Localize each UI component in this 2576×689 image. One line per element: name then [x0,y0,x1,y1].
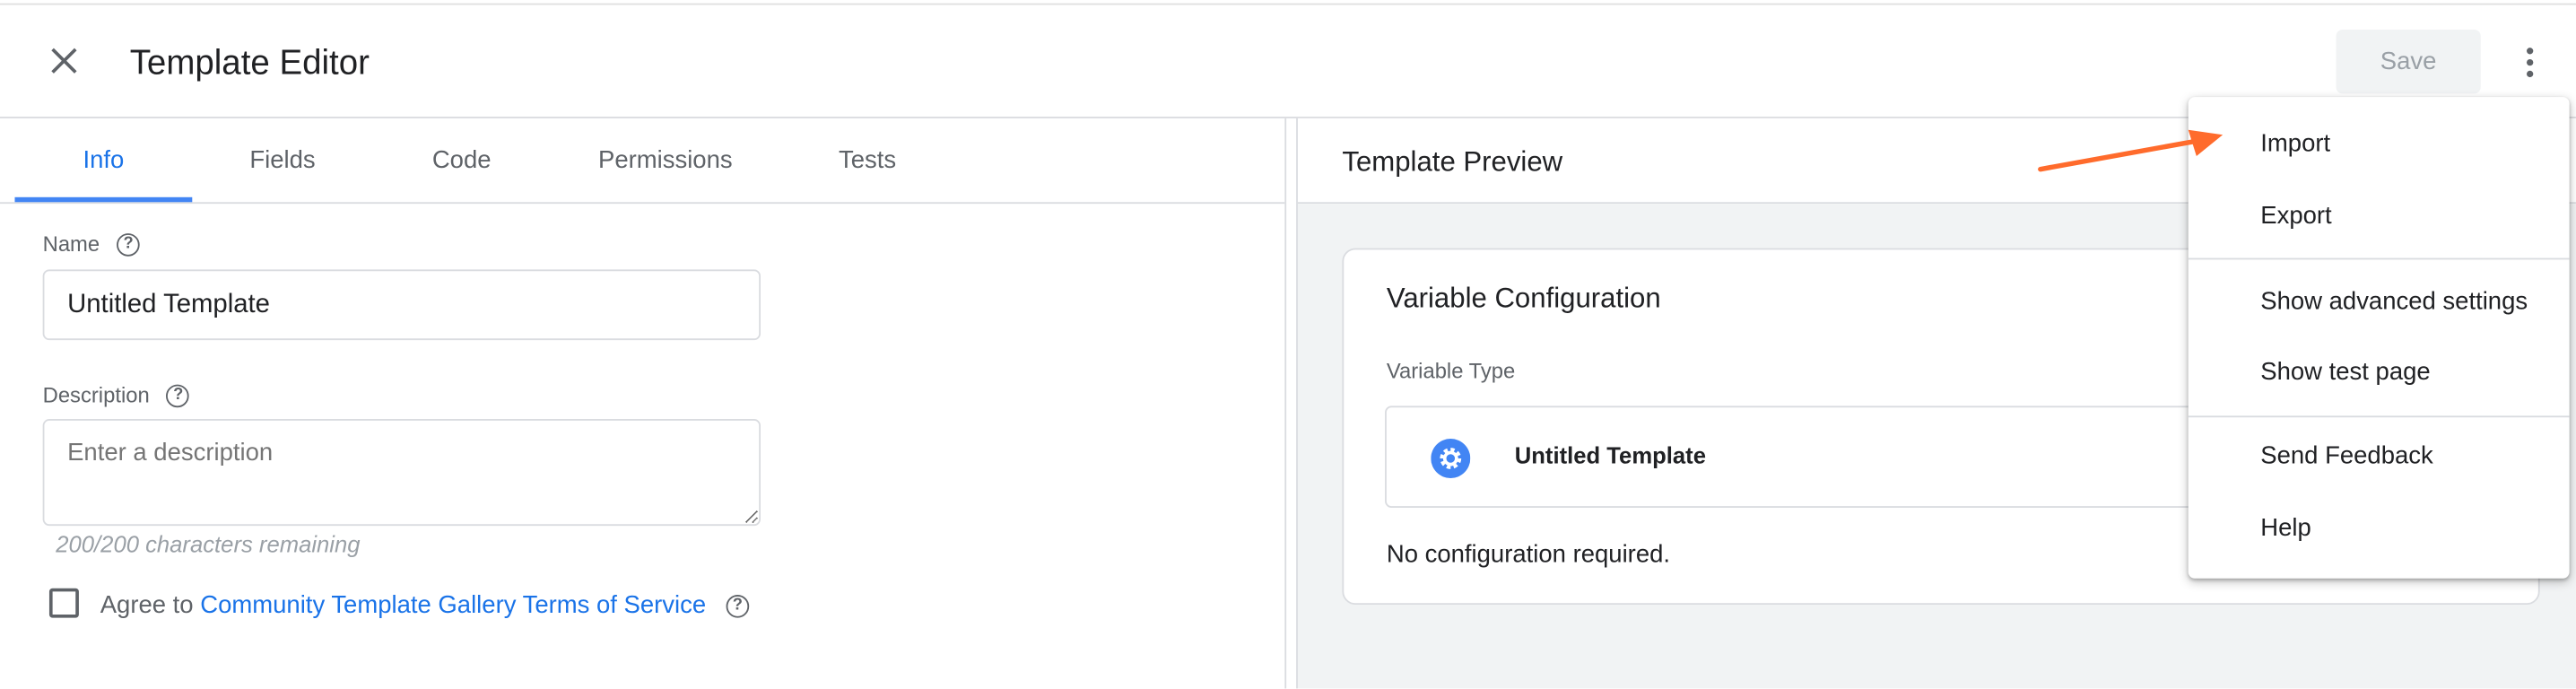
annotation-arrow-icon [2038,129,2224,172]
agree-text: Agree to Community Template Gallery Term… [100,591,750,620]
more-options-menu: Import Export Show advanced settings Sho… [2188,97,2570,579]
help-icon[interactable]: ? [117,232,140,257]
agree-checkbox[interactable] [48,588,79,618]
tab-code[interactable]: Code [379,118,544,202]
menu-item-send-feedback[interactable]: Send Feedback [2260,442,2432,470]
card-title: Variable Configuration [1386,283,1661,314]
menu-divider [2188,257,2570,260]
save-button[interactable]: Save [2336,29,2481,94]
variable-type-label: Variable Type [1386,358,1516,383]
no-config-text: No configuration required. [1386,540,1671,569]
more-vert-icon [2527,48,2534,78]
name-label-row: Name ? [43,230,140,259]
menu-item-import[interactable]: Import [2260,130,2330,158]
tab-tests[interactable]: Tests [786,118,950,202]
menu-divider [2188,415,2570,418]
agree-prefix: Agree to [100,591,194,620]
help-icon[interactable]: ? [166,384,190,407]
menu-item-help[interactable]: Help [2260,514,2311,542]
panel-divider [1284,118,1287,689]
menu-item-export[interactable]: Export [2260,202,2331,230]
tab-permissions[interactable]: Permissions [567,118,764,202]
description-label: Description [42,382,150,408]
tab-fields[interactable]: Fields [200,118,364,202]
terms-link[interactable]: Community Template Gallery Terms of Serv… [200,591,706,619]
menu-item-show-advanced-settings[interactable]: Show advanced settings [2260,288,2528,316]
menu-item-show-test-page[interactable]: Show test page [2260,358,2430,386]
close-button[interactable] [46,43,82,79]
description-textarea[interactable] [42,419,761,527]
tab-bar: Info Fields Code Permissions Tests [0,118,1285,205]
name-input[interactable] [42,269,761,341]
preview-title: Template Preview [1342,146,1563,178]
variable-type-value: Untitled Template [1514,441,1706,469]
help-icon[interactable]: ? [726,595,750,618]
tab-info[interactable]: Info [14,118,193,203]
chars-remaining: 200/200 characters remaining [56,530,361,557]
more-options-button[interactable] [2513,43,2546,83]
gear-icon [1431,439,1471,478]
top-border [0,3,2576,5]
name-label: Name [42,231,100,257]
close-icon [51,48,77,74]
description-label-row: Description ? [43,381,190,411]
page-title: Template Editor [129,44,370,83]
